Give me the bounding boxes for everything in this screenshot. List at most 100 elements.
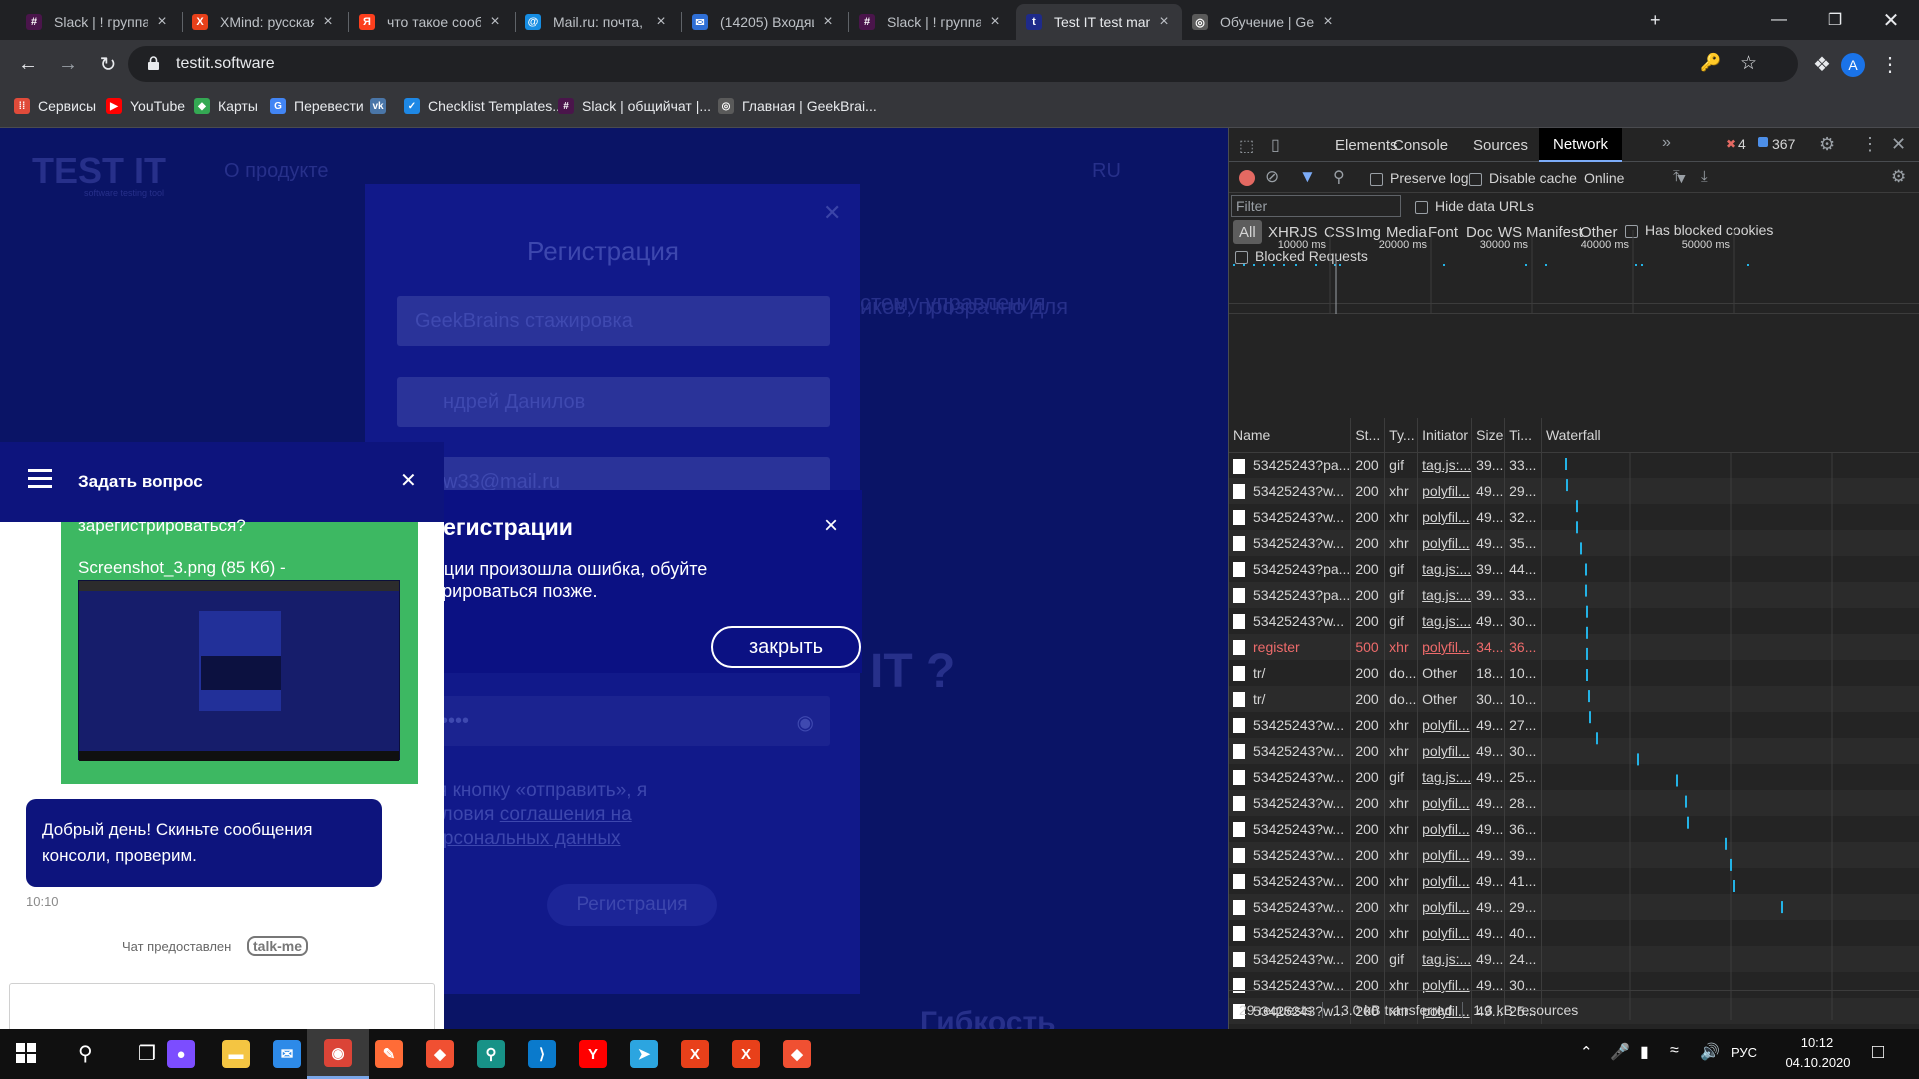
clear-icon[interactable]: ⊘ [1265,167,1279,187]
close-tab-icon[interactable]: × [320,13,336,31]
search-icon[interactable]: ⚲ [78,1041,93,1066]
browser-tab[interactable]: ◎ Обучение | GeekB × [1182,4,1346,40]
address-bar[interactable]: testit.software 🔑 ☆ [128,46,1798,82]
bookmark-item[interactable]: ⁞⁞ Сервисы [14,98,96,114]
password-field[interactable]: •••••••• ◉ [397,696,830,746]
key-icon[interactable]: 🔑 [1700,53,1721,73]
device-toolbar-icon[interactable]: ▯ [1271,135,1280,155]
column-header[interactable]: Waterfall [1541,418,1919,453]
column-header[interactable]: St... [1350,418,1386,453]
back-arrow-icon[interactable]: ← [12,48,44,80]
menu-kebab-icon[interactable]: ⋮ [1874,48,1906,80]
devtools-tab-console[interactable]: Console [1379,128,1462,162]
close-tab-icon[interactable]: × [487,13,503,31]
close-tab-icon[interactable]: × [653,13,669,31]
close-tab-icon[interactable]: × [820,13,836,31]
profile-avatar[interactable]: A [1841,53,1865,77]
hide-data-urls-checkbox[interactable]: Hide data URLs [1415,198,1534,214]
minimize-window-icon[interactable]: — [1751,0,1807,40]
input-language[interactable]: РУС [1731,1045,1757,1060]
forward-arrow-icon[interactable]: → [52,48,84,80]
close-icon[interactable]: ✕ [400,468,417,493]
column-header[interactable]: Initiator [1417,418,1473,453]
search-icon[interactable]: ⚲ [1333,167,1345,187]
lang-switch[interactable]: RU [1092,160,1121,183]
browser-tab[interactable]: Ячто такое сообще × [349,4,513,40]
request-cell: tag.js:... [1417,452,1473,478]
bookmark-item[interactable]: ✓ Checklist Templates... [404,98,564,114]
bookmark-item[interactable]: ▶ YouTube [106,98,185,114]
taskbar-app[interactable]: ◆ [766,1029,828,1079]
name-field[interactable]: ндрей Данилов [397,377,830,427]
network-settings-gear-icon[interactable]: ⚙ [1891,167,1906,187]
close-window-icon[interactable]: ✕ [1863,0,1919,40]
filter-funnel-icon[interactable]: ▼ [1299,167,1316,187]
browser-tab[interactable]: ✉ (14205) Входящие × [682,4,846,40]
close-tab-icon[interactable]: × [154,13,170,31]
wifi-icon[interactable]: ≈ [1670,1042,1679,1060]
more-tabs-icon[interactable]: » [1662,134,1671,152]
waterfall-chart [1565,452,1833,1020]
windows-start-icon[interactable] [16,1043,36,1063]
hamburger-menu-icon[interactable] [28,468,52,488]
network-overview-timeline[interactable]: 10000 ms 20000 ms 30000 ms 40000 ms 50000 ms [1229,228,1919,314]
message-count[interactable]: 367 [1772,136,1795,152]
screenshot-thumbnail[interactable] [78,580,400,761]
consent-link-1[interactable]: соглашения на [500,804,632,825]
column-header[interactable]: Size [1471,418,1506,453]
bookmark-star-icon[interactable]: ☆ [1740,52,1757,75]
eye-icon[interactable]: ◉ [797,710,814,735]
microphone-icon[interactable]: 🎤 [1610,1042,1630,1062]
browser-tab[interactable]: # Slack | ! группа-1 | × [849,4,1013,40]
import-har-icon[interactable]: ⤒ [1673,168,1680,185]
browser-tab[interactable]: X XMind: русская ве × [182,4,346,40]
chevron-up-icon[interactable]: ⌃ [1580,1043,1593,1061]
browser-tab[interactable]: @ Mail.ru: почта, пои × [515,4,679,40]
clock-time[interactable]: 10:12 [1787,1035,1847,1050]
waterfall-bar [1685,795,1687,808]
maximize-window-icon[interactable]: ❐ [1807,0,1863,40]
devtools-menu-icon[interactable]: ⋮ [1861,134,1879,155]
bookmark-item[interactable]: ◆ Карты [194,98,258,114]
extensions-puzzle-icon[interactable]: ❖ [1806,48,1838,80]
record-icon[interactable] [1239,170,1255,186]
browser-tab[interactable]: # Slack | ! группа-1 | × [16,4,180,40]
filter-input[interactable]: Filter [1231,195,1401,217]
devtools-tab-sources[interactable]: Sources [1459,128,1542,162]
close-icon[interactable]: ✕ [1891,134,1906,155]
settings-gear-icon[interactable]: ⚙ [1819,134,1835,155]
column-header[interactable]: Name [1229,418,1352,453]
bookmark-item[interactable]: vk [370,98,394,114]
close-icon[interactable]: × [824,512,838,540]
nav-product[interactable]: О продукте [224,160,328,183]
new-tab-button[interactable]: + [1650,10,1661,31]
close-tab-icon[interactable]: × [987,13,1003,31]
company-field[interactable]: GeekBrains стажировка [397,296,830,346]
bookmark-item[interactable]: ◎ Главная | GeekBrai... [718,98,877,114]
battery-icon[interactable]: ▮ [1640,1042,1649,1062]
export-har-icon[interactable]: ⤓ [1701,168,1708,185]
error-close-button[interactable]: закрыть [711,626,861,668]
taskbar-app[interactable]: ● [150,1029,212,1079]
reload-icon[interactable]: ↻ [92,48,124,80]
disable-cache-checkbox[interactable]: Disable cache [1469,170,1577,186]
preserve-log-checkbox[interactable]: Preserve log [1370,170,1469,186]
inspect-element-icon[interactable]: ⬚ [1239,136,1254,156]
close-icon[interactable]: ✕ [823,200,841,226]
clock-date[interactable]: 04.10.2020 [1773,1055,1863,1070]
error-count[interactable]: 4 [1738,136,1746,152]
bookmark-item[interactable]: G Перевести [270,98,364,114]
bookmark-item[interactable]: # Slack | общийчат |... [558,98,711,114]
browser-tab[interactable]: t Test IT test manag × [1016,4,1182,40]
talk-me-logo[interactable]: talk-me [247,936,309,956]
volume-icon[interactable]: 🔊 [1700,1042,1720,1062]
close-tab-icon[interactable]: × [1320,13,1336,31]
register-submit-button[interactable]: Регистрация [547,884,717,926]
column-header[interactable]: Ty... [1384,418,1419,453]
close-tab-icon[interactable]: × [1156,13,1172,31]
chat-message-input[interactable] [9,983,435,1029]
devtools-tab-network[interactable]: Network [1539,128,1623,162]
column-header[interactable]: Ti... [1504,418,1542,453]
notifications-icon[interactable]: □ [1872,1041,1884,1064]
attachment-link[interactable]: Screenshot_3.png (85 Кб) - [78,558,286,578]
